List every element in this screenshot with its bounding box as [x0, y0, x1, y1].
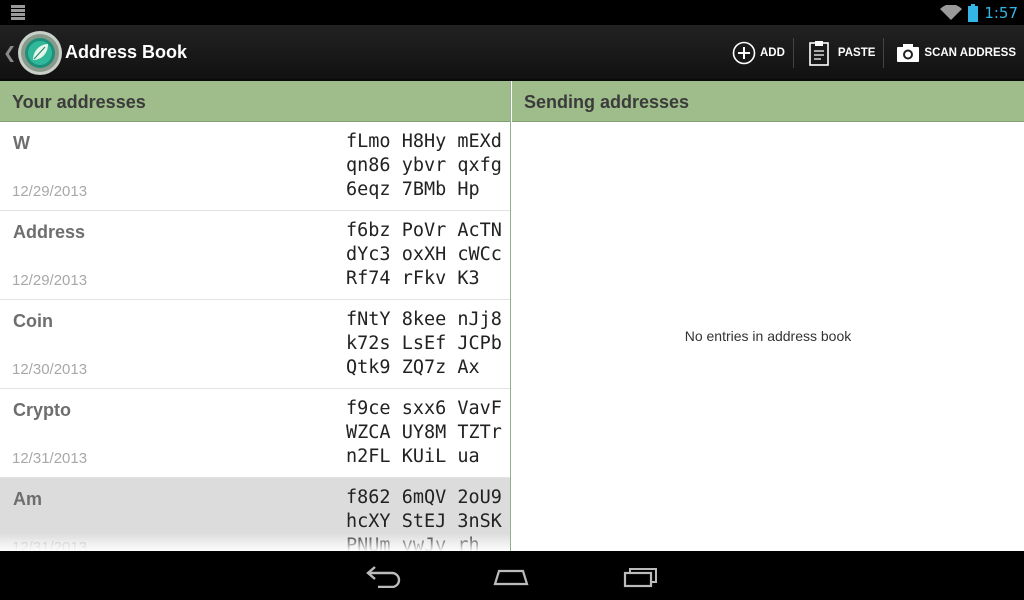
home-icon[interactable]: [491, 564, 531, 588]
address-value: fLmo H8Hy mEXd qn86 ybvr qxfg 6eqz 7BMb …: [346, 131, 502, 200]
address-date: 12/31/2013: [12, 450, 88, 467]
paste-button[interactable]: PASTE: [794, 25, 884, 81]
your-addresses-list[interactable]: W 12/29/2013 fLmo H8Hy mEXd qn86 ybvr qx…: [0, 122, 510, 551]
address-label: Am: [13, 489, 43, 509]
address-row[interactable]: Coin 12/30/2013 fNtY 8kee nJj8 k72s LsEf…: [0, 300, 510, 389]
up-caret-icon[interactable]: ❮: [3, 43, 16, 63]
address-row[interactable]: Crypto 12/31/2013 f9ce sxx6 VavF WZCA UY…: [0, 389, 510, 478]
address-value: fNtY 8kee nJj8 k72s LsEf JCPb Qtk9 ZQ7z …: [346, 309, 502, 378]
add-circle-icon: [732, 41, 756, 65]
address-date: 12/29/2013: [12, 272, 88, 289]
sending-addresses-panel: Sending addresses No entries in address …: [512, 81, 1024, 551]
address-date: 12/30/2013: [12, 361, 88, 378]
address-date: 12/31/2013: [12, 539, 88, 551]
add-button[interactable]: ADD: [724, 25, 793, 81]
back-icon[interactable]: [364, 564, 404, 588]
scan-address-button[interactable]: SCAN ADDRESS: [884, 25, 1024, 81]
address-value: f6bz PoVr AcTN dYc3 oxXH cWCc Rf74 rFkv …: [346, 220, 502, 289]
add-label: ADD: [759, 47, 785, 59]
address-label: Coin: [13, 311, 53, 331]
content-area: Your addresses W 12/29/2013 fLmo H8Hy mE…: [0, 81, 1024, 551]
notification-icon[interactable]: [9, 4, 27, 21]
address-value: f9ce sxx6 VavF WZCA UY8M TZTr n2FL KUiL …: [346, 398, 502, 467]
address-label: Address: [13, 222, 86, 242]
address-row[interactable]: Address 12/29/2013 f6bz PoVr AcTN dYc3 o…: [0, 211, 510, 300]
address-row-selected[interactable]: Am 12/31/2013 f862 6mQV 2oU9 hcXY StEJ 3…: [0, 478, 510, 551]
your-addresses-header: Your addresses: [0, 81, 510, 122]
page-title: Address Book: [65, 42, 188, 62]
scan-address-label: SCAN ADDRESS: [924, 47, 1016, 59]
address-row[interactable]: W 12/29/2013 fLmo H8Hy mEXd qn86 ybvr qx…: [0, 122, 510, 211]
sending-addresses-header: Sending addresses: [512, 81, 1024, 122]
address-value: f862 6mQV 2oU9 hcXY StEJ 3nSK PNUm vwJv …: [346, 487, 502, 551]
paste-label: PASTE: [837, 47, 876, 59]
your-addresses-panel: Your addresses W 12/29/2013 fLmo H8Hy mE…: [0, 81, 511, 551]
empty-message: No entries in address book: [684, 328, 852, 344]
camera-icon: [897, 44, 920, 62]
address-label: W: [13, 133, 30, 153]
app-logo-icon[interactable]: [17, 30, 63, 76]
clock: 1:57: [984, 3, 1018, 22]
wifi-icon: [940, 4, 963, 20]
action-bar: ❮ Address Book ADD PASTE SCAN ADDRESS: [0, 25, 1024, 81]
address-date: 12/29/2013: [12, 183, 88, 200]
address-label: Crypto: [13, 400, 71, 420]
clipboard-icon: [809, 41, 829, 66]
navigation-bar: [0, 551, 1024, 600]
recent-apps-icon[interactable]: [621, 564, 661, 588]
battery-icon: [968, 3, 979, 22]
status-bar: 1:57: [0, 0, 1024, 25]
